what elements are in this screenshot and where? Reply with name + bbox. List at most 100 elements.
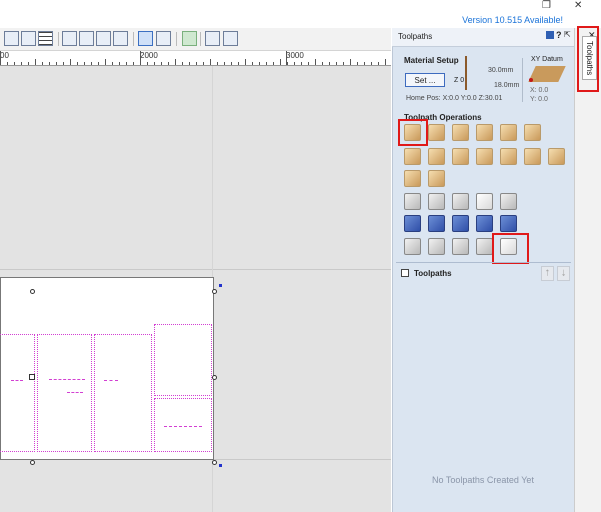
delete-toolpath-icon[interactable] — [476, 193, 493, 210]
side-tab-strip — [574, 28, 601, 512]
copy-toolpath-icon[interactable] — [452, 193, 469, 210]
slot-vector — [49, 379, 85, 380]
dock-icon[interactable]: ⇱ — [564, 30, 571, 39]
datum-x: X: 0.0 — [530, 87, 549, 94]
ruler-tick — [238, 62, 239, 65]
highlight-side-tab — [577, 26, 599, 92]
ruler-tick — [35, 59, 36, 65]
center-handle[interactable] — [29, 374, 35, 380]
ruler-tick — [84, 62, 85, 65]
preview-selected-icon[interactable] — [428, 215, 445, 232]
toolbar-divider — [133, 32, 134, 46]
help-icon[interactable]: ? — [556, 30, 562, 40]
selection-handle[interactable] — [30, 289, 35, 294]
design-canvas[interactable] — [0, 66, 391, 512]
title-bar: Version 10.515 Available! ❐ ✕ — [0, 0, 601, 28]
part-vector[interactable] — [154, 324, 212, 396]
ruler-tick — [364, 62, 365, 65]
transform-icon[interactable] — [156, 31, 171, 46]
ruler-tick — [322, 62, 323, 65]
fluting2-icon[interactable] — [500, 148, 517, 165]
selection-handle[interactable] — [212, 375, 217, 380]
texture-icon[interactable] — [476, 148, 493, 165]
zoom-in-icon[interactable] — [113, 31, 128, 46]
ruler-tick — [0, 59, 1, 65]
toolpaths-checkbox[interactable] — [401, 269, 409, 277]
sphere-icon[interactable] — [428, 170, 445, 187]
2d-view-icon[interactable] — [4, 31, 19, 46]
preview-all-icon[interactable] — [404, 215, 421, 232]
select-icon[interactable] — [138, 31, 153, 46]
material-sheet[interactable] — [0, 277, 217, 465]
preview-reset-icon[interactable] — [476, 215, 493, 232]
z-zero-label: Z 0 — [454, 77, 465, 84]
pin-icon[interactable] — [546, 31, 554, 39]
grid-icon[interactable] — [38, 31, 53, 46]
split-view-icon[interactable] — [223, 31, 238, 46]
ruler-tick — [126, 62, 127, 65]
set-material-button[interactable]: Set ... — [405, 73, 445, 87]
home-position: Home Pos: X:0.0 Y:0.0 Z:30.01 — [406, 95, 503, 102]
ruler-tick — [42, 62, 43, 65]
part-vector[interactable] — [37, 334, 92, 452]
ruler-tick — [336, 62, 337, 65]
part-vector[interactable] — [94, 334, 152, 452]
template-icon[interactable] — [452, 238, 469, 255]
layers-icon[interactable] — [205, 31, 220, 46]
ruler-tick — [280, 59, 281, 65]
material-thickness: 30.0mm — [488, 67, 514, 74]
vcarve-icon[interactable] — [500, 124, 517, 141]
moulding-icon[interactable] — [524, 148, 541, 165]
edit-toolpath-icon[interactable] — [428, 193, 445, 210]
ruler-tick — [308, 62, 309, 65]
toolbar-divider — [176, 32, 177, 46]
rotation-handle[interactable] — [219, 464, 222, 467]
merge-icon[interactable] — [404, 193, 421, 210]
rotation-handle[interactable] — [219, 284, 222, 287]
prism-icon[interactable] — [452, 148, 469, 165]
ruler-tick — [70, 59, 71, 65]
preview-tool-icon[interactable] — [500, 215, 517, 232]
toolpaths-list-title: Toolpaths — [414, 269, 452, 278]
part-vector[interactable] — [154, 398, 212, 452]
part-vector[interactable] — [0, 334, 35, 452]
ruler-tick — [91, 62, 92, 65]
ruler-label: 00 — [0, 51, 9, 60]
3d-finish-icon[interactable] — [404, 170, 421, 187]
move-up-icon[interactable]: ⭡ — [541, 266, 554, 281]
fluting-icon[interactable] — [428, 148, 445, 165]
inlay-icon[interactable] — [524, 124, 541, 141]
chamfer-icon[interactable] — [404, 148, 421, 165]
time-estimate-icon[interactable] — [428, 238, 445, 255]
selection-handle[interactable] — [212, 460, 217, 465]
tool-database-icon[interactable] — [404, 238, 421, 255]
3d-view-icon[interactable] — [21, 31, 36, 46]
quick-engrave-icon[interactable] — [476, 124, 493, 141]
selection-handle[interactable] — [212, 289, 217, 294]
zoom-all-icon[interactable] — [79, 31, 94, 46]
ruler-tick — [189, 62, 190, 65]
close-icon[interactable]: ✕ — [574, 0, 582, 11]
ruler-tick — [287, 62, 288, 65]
3d-roughing-icon[interactable] — [548, 148, 565, 165]
version-notice-link[interactable]: Version 10.515 Available! — [462, 15, 563, 25]
move-down-icon[interactable]: ⭣ — [557, 266, 570, 281]
preview-home-icon[interactable] — [452, 215, 469, 232]
material-thickness-icon — [465, 56, 489, 90]
pan-icon[interactable] — [62, 31, 77, 46]
ruler-tick — [182, 62, 183, 65]
material-icon[interactable] — [182, 31, 197, 46]
ruler-tick — [294, 62, 295, 65]
pocket-toolpath-icon[interactable] — [428, 124, 445, 141]
ruler-tick — [259, 62, 260, 65]
drilling-toolpath-icon[interactable] — [452, 124, 469, 141]
ruler-tick — [56, 62, 57, 65]
ruler-tick — [224, 62, 225, 65]
zoom-box-icon[interactable] — [96, 31, 111, 46]
calculate-icon[interactable] — [500, 193, 517, 210]
visualize-icon[interactable] — [476, 238, 493, 255]
ruler-tick — [63, 62, 64, 65]
selection-handle[interactable] — [30, 460, 35, 465]
material-setup-title: Material Setup — [404, 56, 459, 65]
restore-icon[interactable]: ❐ — [542, 0, 551, 11]
